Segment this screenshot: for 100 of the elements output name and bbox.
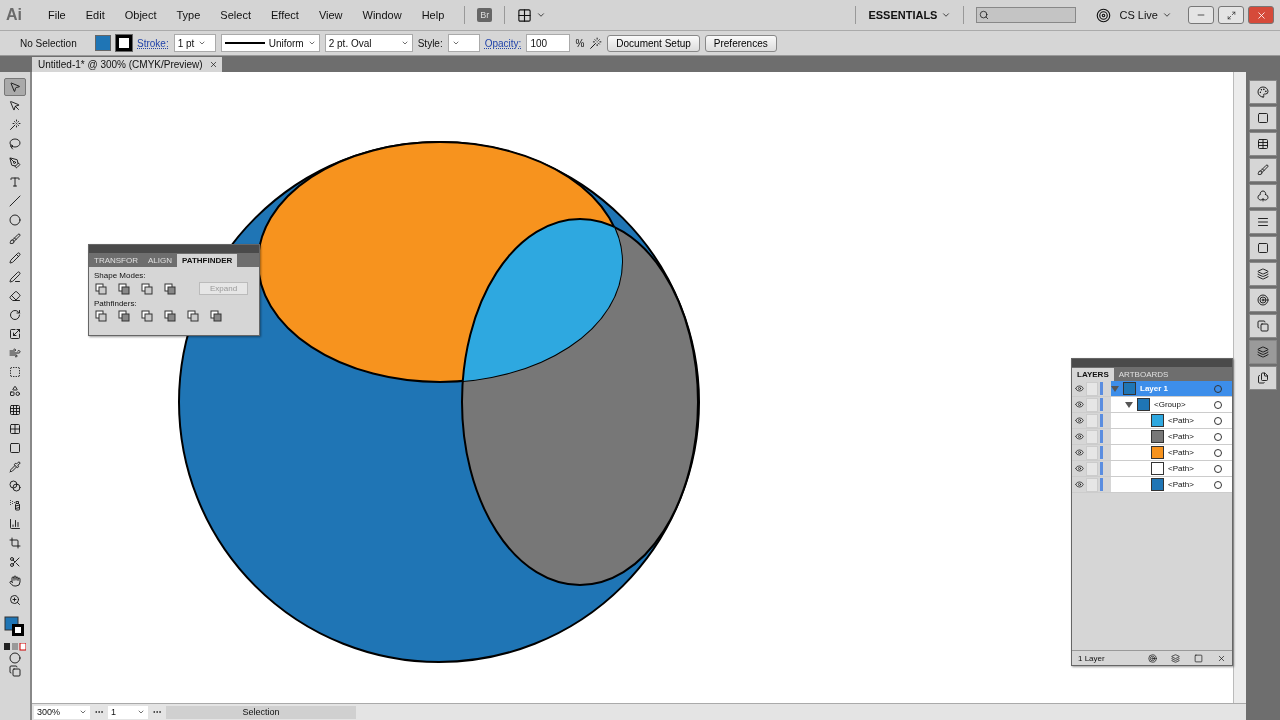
- panel-tab[interactable]: PATHFINDER: [177, 254, 238, 267]
- layer-row[interactable]: <Path>: [1111, 461, 1232, 476]
- expand-triangle-icon[interactable]: [1125, 400, 1133, 409]
- panel-tab[interactable]: ALIGN: [143, 254, 177, 267]
- cs-live-icon[interactable]: [1096, 7, 1112, 23]
- pathfinder-icon[interactable]: [210, 310, 222, 322]
- dock-button[interactable]: [1249, 80, 1277, 104]
- minimize-button[interactable]: [1188, 6, 1214, 24]
- document-tab[interactable]: Untitled-1* @ 300% (CMYK/Preview): [32, 57, 222, 72]
- pathfinder-icon[interactable]: [118, 282, 130, 295]
- eye-icon[interactable]: [1074, 480, 1084, 489]
- stroke-swatch[interactable]: [116, 35, 132, 51]
- menu-item[interactable]: Effect: [262, 9, 307, 21]
- new-sublayer-icon[interactable]: [1171, 653, 1180, 663]
- layer-row[interactable]: <Group>: [1111, 397, 1232, 412]
- layer-row[interactable]: <Path>: [1111, 429, 1232, 444]
- color-mode-icons[interactable]: [4, 643, 26, 651]
- eye-icon[interactable]: [1074, 432, 1084, 441]
- pathfinder-icon[interactable]: [187, 310, 199, 322]
- wand-icon[interactable]: [589, 36, 603, 50]
- screen-mode-icon[interactable]: [9, 665, 21, 677]
- menu-item[interactable]: Help: [413, 9, 453, 21]
- dashed-square-icon: [9, 366, 21, 378]
- caret-icon[interactable]: [451, 39, 460, 47]
- eye-icon[interactable]: [1074, 384, 1084, 393]
- bridge-button[interactable]: Br: [477, 8, 493, 22]
- dock-button[interactable]: [1249, 366, 1277, 390]
- caret-icon[interactable]: [941, 10, 952, 20]
- pathfinder-icon[interactable]: [164, 282, 176, 295]
- stroke-profile-dropdown[interactable]: Uniform: [220, 34, 320, 52]
- dock-button[interactable]: [1249, 210, 1277, 234]
- opacity-link[interactable]: Opacity:: [484, 37, 522, 49]
- close-icon[interactable]: [208, 60, 218, 69]
- menu-item[interactable]: View: [310, 9, 351, 21]
- zoom-field[interactable]: 300%: [34, 705, 90, 719]
- lock-toggle[interactable]: [1086, 477, 1098, 492]
- close-button[interactable]: [1248, 6, 1274, 24]
- pathfinder-icon[interactable]: [118, 310, 130, 322]
- menu-item[interactable]: Select: [212, 9, 259, 21]
- dock-button[interactable]: [1249, 340, 1277, 364]
- artboard-field[interactable]: 1: [108, 705, 148, 719]
- pathfinder-icon[interactable]: [95, 310, 107, 322]
- brush-dropdown[interactable]: 2 pt. Oval: [324, 34, 413, 52]
- dock-button[interactable]: [1249, 132, 1277, 156]
- delete-icon[interactable]: [1217, 653, 1226, 663]
- layer-row[interactable]: <Path>: [1111, 445, 1232, 460]
- fill-stroke-widget[interactable]: [4, 616, 26, 638]
- caret-icon[interactable]: [536, 10, 547, 20]
- caret-icon[interactable]: [198, 39, 207, 47]
- menu-item[interactable]: Window: [354, 9, 410, 21]
- lock-toggle[interactable]: [1086, 413, 1098, 428]
- panel-button[interactable]: Preferences: [704, 34, 777, 52]
- stroke-link[interactable]: Stroke:: [137, 37, 169, 49]
- dock-button[interactable]: [1249, 106, 1277, 130]
- layer-row[interactable]: <Path>: [1111, 477, 1232, 492]
- arrange-icon[interactable]: [517, 7, 533, 23]
- dock-button[interactable]: [1249, 236, 1277, 260]
- pathfinder-icon[interactable]: [141, 282, 153, 295]
- pathfinder-icon[interactable]: [95, 282, 107, 295]
- caret-icon[interactable]: [307, 39, 316, 47]
- cs-live-menu[interactable]: CS Live: [1119, 9, 1158, 21]
- fill-swatch[interactable]: [95, 35, 111, 51]
- lock-toggle[interactable]: [1086, 461, 1098, 476]
- caret-icon[interactable]: [137, 708, 145, 716]
- eye-icon[interactable]: [1074, 464, 1084, 473]
- caret-icon[interactable]: [400, 39, 409, 47]
- new-layer-icon[interactable]: [1194, 653, 1203, 663]
- panel-tab[interactable]: ARTBOARDS: [1113, 368, 1174, 381]
- dock-button[interactable]: [1249, 288, 1277, 312]
- stroke-weight-field[interactable]: 1 pt: [173, 34, 216, 52]
- menu-item[interactable]: File: [40, 9, 74, 21]
- restore-button[interactable]: [1218, 6, 1244, 24]
- lock-toggle[interactable]: [1086, 429, 1098, 444]
- eye-icon[interactable]: [1074, 416, 1084, 425]
- menu-item[interactable]: Type: [168, 9, 209, 21]
- search-field[interactable]: [976, 7, 1077, 23]
- panel-tab[interactable]: TRANSFOR: [89, 254, 143, 267]
- panel-tab[interactable]: LAYERS: [1072, 368, 1114, 381]
- lock-toggle[interactable]: [1086, 445, 1098, 460]
- lock-toggle[interactable]: [1086, 397, 1098, 412]
- eye-icon[interactable]: [1074, 448, 1084, 457]
- shapes-icon: [9, 385, 21, 397]
- caret-icon[interactable]: [79, 708, 87, 716]
- menu-item[interactable]: Object: [116, 9, 165, 21]
- status-tool-menu[interactable]: Selection: [166, 705, 356, 719]
- vertical-scrollbar[interactable]: [1233, 72, 1246, 703]
- eye-icon[interactable]: [1074, 400, 1084, 409]
- layer-row[interactable]: <Path>: [1111, 413, 1232, 428]
- panel-button[interactable]: Document Setup: [607, 34, 700, 52]
- pathfinder-icon[interactable]: [164, 310, 176, 322]
- opacity-field[interactable]: 100: [526, 34, 571, 52]
- menu-item[interactable]: Edit: [77, 9, 113, 21]
- dock-button[interactable]: [1249, 262, 1277, 286]
- lock-toggle[interactable]: [1086, 381, 1098, 396]
- dock-button[interactable]: [1249, 184, 1277, 208]
- pathfinder-icon[interactable]: [141, 310, 153, 322]
- caret-icon[interactable]: [1162, 10, 1172, 20]
- draw-mode-icon[interactable]: [9, 652, 21, 664]
- clip-icon[interactable]: [1148, 653, 1157, 663]
- workspace-switcher[interactable]: ESSENTIALS: [868, 9, 938, 21]
